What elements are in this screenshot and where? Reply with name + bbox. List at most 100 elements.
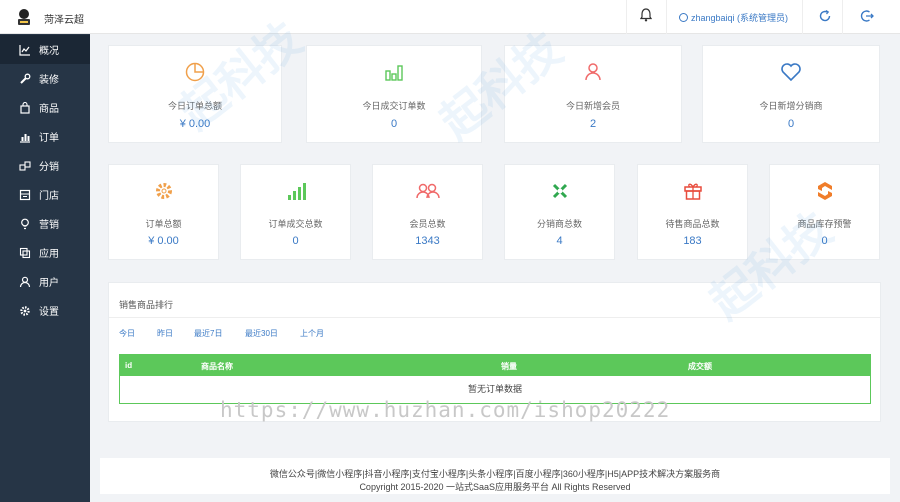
stat-label: 今日新增分销商 xyxy=(759,101,823,111)
sidebar-item-stores[interactable]: 门店 xyxy=(0,180,90,209)
stat-value: 0 xyxy=(787,118,795,130)
tab-last-30-days[interactable]: 最近30日 xyxy=(245,328,278,339)
shop-name: 菏泽云超 xyxy=(44,15,84,26)
bulb-icon xyxy=(19,218,31,230)
stat-value: 2 xyxy=(589,118,597,130)
copy-icon xyxy=(19,247,31,259)
user-label: zhangbaiqi (系统管理员) xyxy=(691,13,789,23)
signal-icon xyxy=(241,181,350,201)
stat-label: 订单总额 xyxy=(145,219,182,229)
sidebar-item-settings[interactable]: 设置 xyxy=(0,296,90,325)
stat-card-members-total: 会员总数 1343 xyxy=(372,164,483,260)
stat-label: 商品库存预警 xyxy=(797,219,852,229)
sidebar-item-label: 应用 xyxy=(39,249,59,260)
divider xyxy=(109,317,880,318)
sidebar: 概况 装修 商品 订单 分销 门店 营销 应用 用户 设置 xyxy=(0,34,90,502)
sidebar-item-apps[interactable]: 应用 xyxy=(0,238,90,267)
pie-icon xyxy=(109,62,281,82)
sidebar-item-label: 商品 xyxy=(39,104,59,115)
sidebar-item-decoration[interactable]: 装修 xyxy=(0,64,90,93)
tab-yesterday[interactable]: 昨日 xyxy=(157,328,173,339)
divider xyxy=(842,0,843,34)
stat-value: 0 xyxy=(821,235,828,247)
joomla-icon xyxy=(505,181,614,201)
stat-value: 183 xyxy=(683,235,702,247)
tab-last-7-days[interactable]: 最近7日 xyxy=(194,328,222,339)
sidebar-item-distribution[interactable]: 分销 xyxy=(0,151,90,180)
store-icon xyxy=(19,189,31,201)
column-header: 成交额 xyxy=(688,362,712,371)
stat-label: 会员总数 xyxy=(409,219,446,229)
sidebar-item-goods[interactable]: 商品 xyxy=(0,93,90,122)
user-check-icon xyxy=(679,13,688,22)
sidebar-item-orders[interactable]: 订单 xyxy=(0,122,90,151)
table-header: id 商品名称 销量 成交额 xyxy=(119,354,871,376)
stat-label: 今日新增会员 xyxy=(565,101,620,111)
column-header: id xyxy=(125,361,133,370)
bars-icon xyxy=(307,62,481,82)
stat-card-order-count-total: 订单成交总数 0 xyxy=(240,164,351,260)
sidebar-item-label: 门店 xyxy=(39,191,59,202)
stat-card-today-new-members: 今日新增会员 2 xyxy=(504,45,682,143)
sidebar-item-marketing[interactable]: 营销 xyxy=(0,209,90,238)
stat-value: 4 xyxy=(556,235,563,247)
stat-label: 分销商总数 xyxy=(536,219,582,229)
panel-title: 销售商品排行 xyxy=(119,300,174,310)
stat-value: ¥ 0.00 xyxy=(148,235,179,247)
group-icon xyxy=(373,181,482,201)
stat-card-stock-warning: 商品库存预警 0 xyxy=(769,164,880,260)
gift-icon xyxy=(638,181,747,201)
gear-icon xyxy=(19,305,31,317)
tab-today[interactable]: 今日 xyxy=(119,328,135,339)
sidebar-item-label: 分销 xyxy=(39,162,59,173)
stat-value: 0 xyxy=(292,235,299,247)
stat-label: 订单成交总数 xyxy=(268,219,323,229)
stat-card-distributors-total: 分销商总数 4 xyxy=(504,164,615,260)
footer-services: 微信公众号|微信小程序|抖音小程序|支付宝小程序|头条小程序|百度小程序|360… xyxy=(269,469,721,479)
stat-card-today-order-amount: 今日订单总额 ¥ 0.00 xyxy=(108,45,282,143)
stat-label: 今日订单总额 xyxy=(167,101,222,111)
shop-logo[interactable] xyxy=(14,7,34,27)
column-header: 销量 xyxy=(501,362,517,371)
stat-card-order-total: 订单总额 ¥ 0.00 xyxy=(108,164,219,260)
sidebar-item-label: 概况 xyxy=(39,46,59,57)
heart-icon xyxy=(703,62,879,82)
refresh-icon[interactable] xyxy=(818,9,832,25)
tab-last-month[interactable]: 上个月 xyxy=(300,328,324,339)
sidebar-item-label: 装修 xyxy=(39,75,59,86)
stat-value: ¥ 0.00 xyxy=(179,118,211,130)
bar-chart-icon xyxy=(19,131,31,143)
footer-copyright: Copyright 2015-2020 一站式SaaS应用服务平台 All Ri… xyxy=(359,482,631,492)
stat-value: 0 xyxy=(390,118,398,130)
footer: 微信公众号|微信小程序|抖音小程序|支付宝小程序|头条小程序|百度小程序|360… xyxy=(100,458,890,494)
divider xyxy=(802,0,803,34)
sidebar-item-users[interactable]: 用户 xyxy=(0,267,90,296)
column-header: 商品名称 xyxy=(201,362,233,371)
stat-card-goods-on-sale-total: 待售商品总数 183 xyxy=(637,164,748,260)
bell-icon[interactable] xyxy=(639,8,653,24)
sidebar-item-overview[interactable]: 概况 xyxy=(0,35,90,64)
stat-card-today-new-distributors: 今日新增分销商 0 xyxy=(702,45,880,143)
sidebar-item-label: 设置 xyxy=(39,307,59,318)
chart-line-icon xyxy=(19,44,31,56)
hex-icon xyxy=(770,181,879,201)
stat-label: 待售商品总数 xyxy=(665,219,720,229)
stat-label: 今日成交订单数 xyxy=(362,101,426,111)
sidebar-item-label: 订单 xyxy=(39,133,59,144)
top-bar: 菏泽云超 zhangbaiqi (系统管理员) xyxy=(0,0,900,34)
stat-card-today-order-count: 今日成交订单数 0 xyxy=(306,45,482,143)
divider xyxy=(626,0,627,34)
user-icon xyxy=(19,276,31,288)
stat-value: 1343 xyxy=(415,235,440,247)
watermark-url: https://www.huzhan.com/ishop20222 xyxy=(220,398,671,422)
share-icon xyxy=(19,160,31,172)
sidebar-item-label: 用户 xyxy=(39,278,59,289)
cog-icon xyxy=(109,181,218,201)
current-user[interactable]: zhangbaiqi (系统管理员) xyxy=(679,11,788,24)
person-icon xyxy=(505,62,681,82)
logout-icon[interactable] xyxy=(860,9,874,25)
divider xyxy=(666,0,667,34)
wrench-icon xyxy=(19,73,31,85)
sidebar-item-label: 营销 xyxy=(39,220,59,231)
bag-icon xyxy=(19,101,31,114)
